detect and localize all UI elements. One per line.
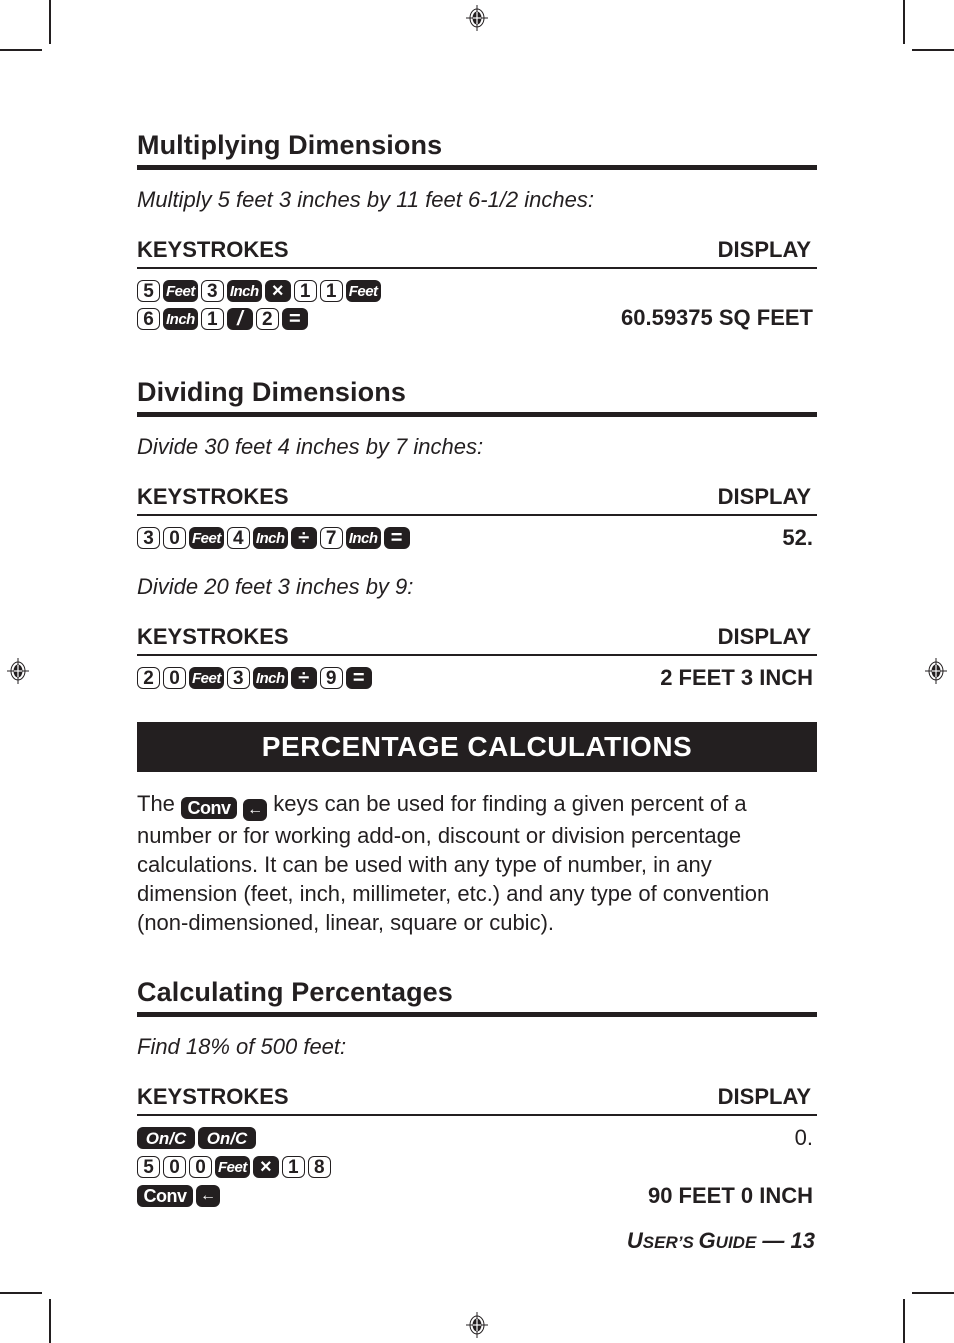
- example-text: Find 18% of 500 feet:: [137, 1034, 347, 1059]
- registration-mark-icon: [925, 658, 947, 684]
- key-1: 1: [200, 308, 224, 330]
- key-inch: Inch: [163, 308, 198, 330]
- key-feet: Feet: [189, 667, 224, 689]
- keystrokes-label: KEYSTROKES: [137, 1084, 289, 1109]
- crop-mark: [49, 1299, 51, 1343]
- section-title-calculating: Calculating Percentages: [137, 977, 817, 1017]
- registration-mark-icon: [466, 1312, 488, 1338]
- key-feet: Feet: [163, 280, 198, 302]
- key-0: 0: [163, 1156, 186, 1178]
- crop-mark: [903, 1299, 905, 1343]
- footer-text: U: [626, 1228, 643, 1253]
- key-9: 9: [319, 667, 343, 689]
- display-value: 90 FEET 0 INCH: [647, 1183, 813, 1208]
- display-value: 60.59375 SQ FEET: [621, 305, 813, 330]
- key-1: 1: [281, 1156, 305, 1178]
- display-value: 52.: [782, 525, 813, 550]
- example-text: Multiply 5 feet 3 inches by 11 feet 6-1/…: [137, 187, 594, 212]
- keystroke-row: 6 Inch 1 / 2 =: [137, 306, 308, 332]
- crop-mark: [0, 49, 42, 51]
- page-number: — 13: [756, 1228, 815, 1253]
- key-1: 1: [293, 280, 317, 302]
- key-2: 2: [137, 667, 160, 689]
- registration-mark-icon: [7, 658, 29, 684]
- keystrokes-header: KEYSTROKES DISPLAY: [137, 624, 817, 656]
- key-on-c: On/C: [198, 1127, 256, 1149]
- key-inch: Inch: [345, 527, 381, 549]
- example-text: Divide 20 feet 3 inches by 9:: [137, 574, 414, 599]
- registration-mark-icon: [466, 5, 488, 31]
- key-0: 0: [189, 1156, 212, 1178]
- footer-text: SER: [642, 1233, 678, 1252]
- keystrokes-header: KEYSTROKES DISPLAY: [137, 237, 817, 269]
- key-5: 5: [137, 1156, 160, 1178]
- keystroke-row: 2 0 Feet 3 Inch ÷ 9 =: [137, 665, 372, 691]
- multiply-key-icon: ×: [264, 280, 291, 302]
- display-label: DISPLAY: [717, 624, 811, 649]
- section-title-dividing: Dividing Dimensions: [137, 377, 817, 417]
- equals-key-icon: =: [383, 527, 410, 549]
- key-3: 3: [200, 280, 224, 302]
- key-feet: Feet: [189, 527, 224, 549]
- back-arrow-key-icon: ←: [196, 1185, 220, 1207]
- keystrokes-label: KEYSTROKES: [137, 624, 289, 649]
- footer-text: G: [698, 1228, 716, 1253]
- keystrokes-header: KEYSTROKES DISPLAY: [137, 1084, 817, 1116]
- para-text: The: [137, 791, 175, 816]
- key-conv: Conv: [137, 1185, 193, 1207]
- crop-mark: [903, 0, 905, 44]
- divide-key-icon: ÷: [290, 527, 317, 549]
- key-inch: Inch: [226, 280, 262, 302]
- section-title-multiplying: Multiplying Dimensions: [137, 130, 817, 170]
- display-value: 2 FEET 3 INCH: [660, 665, 813, 690]
- key-2: 2: [255, 308, 279, 330]
- display-value: 0.: [794, 1125, 813, 1150]
- keystrokes-header: KEYSTROKES DISPLAY: [137, 484, 817, 516]
- footer-text: UIDE: [715, 1233, 757, 1252]
- key-3: 3: [137, 527, 160, 549]
- crop-mark: [49, 0, 51, 44]
- key-0: 0: [163, 667, 186, 689]
- keystroke-row: Conv ←: [137, 1183, 220, 1209]
- key-inch: Inch: [252, 527, 288, 549]
- key-6: 6: [137, 308, 160, 330]
- display-label: DISPLAY: [717, 484, 811, 509]
- keystroke-row: On/C On/C: [137, 1125, 256, 1151]
- key-1: 1: [319, 280, 343, 302]
- chapter-banner: PERCENTAGE CALCULATIONS: [137, 722, 817, 772]
- example-text: Divide 30 feet 4 inches by 7 inches:: [137, 434, 484, 459]
- key-8: 8: [307, 1156, 331, 1178]
- fraction-key-icon: /: [226, 308, 253, 330]
- keystrokes-label: KEYSTROKES: [137, 484, 289, 509]
- key-conv: Conv: [181, 797, 238, 819]
- intro-paragraph: The Conv ← keys can be used for finding …: [137, 789, 817, 937]
- key-3: 3: [226, 667, 250, 689]
- keystroke-row: 5 Feet 3 Inch × 1 1 Feet: [137, 278, 381, 304]
- key-4: 4: [226, 527, 250, 549]
- footer-text: ’S: [677, 1233, 699, 1252]
- equals-key-icon: =: [345, 667, 372, 689]
- keystroke-row: 5 0 0 Feet × 1 8: [137, 1154, 331, 1180]
- key-feet: Feet: [345, 280, 381, 302]
- key-7: 7: [319, 527, 343, 549]
- multiply-key-icon: ×: [252, 1156, 279, 1178]
- key-0: 0: [163, 527, 186, 549]
- keystroke-row: 3 0 Feet 4 Inch ÷ 7 Inch =: [137, 525, 410, 551]
- display-label: DISPLAY: [717, 237, 811, 262]
- keystrokes-label: KEYSTROKES: [137, 237, 289, 262]
- page-footer: USER’S GUIDE — 13: [627, 1228, 815, 1254]
- crop-mark: [912, 1292, 954, 1294]
- crop-mark: [0, 1292, 42, 1294]
- crop-mark: [912, 49, 954, 51]
- display-label: DISPLAY: [717, 1084, 811, 1109]
- equals-key-icon: =: [281, 308, 308, 330]
- back-arrow-key-icon: ←: [243, 799, 268, 821]
- key-feet: Feet: [215, 1156, 250, 1178]
- key-on-c: On/C: [137, 1127, 195, 1149]
- key-5: 5: [137, 280, 160, 302]
- divide-key-icon: ÷: [290, 667, 317, 689]
- key-inch: Inch: [252, 667, 288, 689]
